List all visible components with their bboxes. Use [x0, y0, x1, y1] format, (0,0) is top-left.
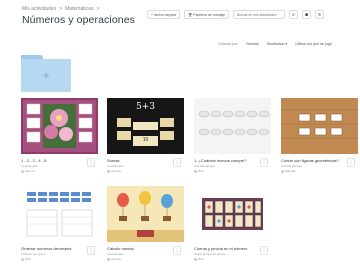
more-vertical-icon: ⋮	[88, 159, 94, 166]
card-author-name: Alumno	[25, 169, 36, 173]
search-icon: ⌕	[292, 11, 295, 18]
card-title: 1 - 2 - 3 - 4 - 5	[21, 158, 47, 163]
search-input[interactable]	[233, 10, 286, 19]
breadcrumb: Mis actividades > Matemáticas >	[22, 6, 135, 12]
card-title: Sumas	[107, 158, 120, 163]
breadcrumb-separator: >	[96, 6, 100, 12]
card-author-name: Mara09	[285, 169, 296, 173]
sort-by-name[interactable]: Nombre	[246, 42, 259, 46]
toolbar: + Nueva carpeta 🗑 Papelera de reciclaje …	[147, 10, 325, 19]
card-author: Alumno	[107, 257, 184, 261]
more-vertical-icon: ⋮	[174, 159, 180, 166]
card-thumbnail	[21, 186, 98, 242]
card-more-button[interactable]: ⋮	[260, 246, 268, 255]
card-author: Mara09	[281, 169, 358, 173]
avatar	[281, 169, 284, 173]
new-folder-button[interactable]: + Nueva carpeta	[147, 10, 181, 19]
activity-card[interactable]: 5+3 10 Sumas Cuestionario Alumno ⋮	[107, 98, 184, 173]
more-vertical-icon: ⋮	[261, 159, 267, 166]
more-vertical-icon: ⋮	[88, 247, 94, 254]
avatar	[194, 257, 197, 261]
card-more-button[interactable]: ⋮	[347, 158, 355, 167]
avatar	[107, 257, 110, 261]
card-title: Cuenta y pincha en el número	[194, 246, 248, 251]
card-more-button[interactable]: ⋮	[260, 158, 268, 167]
more-vertical-icon: ⋮	[348, 159, 354, 166]
breadcrumb-separator: >	[59, 6, 63, 12]
page-header: Mis actividades > Matemáticas > Números …	[22, 6, 135, 26]
activity-card[interactable]: 1 - 2 - 3 - 4 - 5 Cuestionario Alumno ⋮	[21, 98, 98, 173]
sort-bar: Ordenar por: Nombre Modificado ▾ Última …	[218, 42, 332, 46]
card-author-name: Rivu	[198, 169, 205, 173]
breadcrumb-link-matematicas[interactable]: Matemáticas	[65, 6, 93, 12]
card-thumbnail	[194, 186, 271, 242]
card-thumbnail: 5+3 10	[107, 98, 184, 154]
card-author: Alumno	[107, 169, 184, 173]
card-thumbnail	[194, 98, 271, 154]
card-thumbnail	[107, 186, 184, 242]
card-title: Ordenar números decimales	[21, 246, 72, 251]
page-title: Números y operaciones	[22, 14, 135, 26]
grid-icon: ■	[305, 11, 309, 18]
card-title: Cálculo mental	[107, 246, 134, 251]
chalkboard-expression: 5+3	[136, 102, 155, 112]
card-more-button[interactable]: ⋮	[87, 158, 95, 167]
card-author: Alumno	[21, 169, 98, 173]
trash-icon: 🗑	[188, 12, 193, 17]
card-thumbnail	[21, 98, 98, 154]
activity-card[interactable]: Cálculo mental Cuestionario Alumno ⋮	[107, 186, 184, 261]
card-more-button[interactable]: ⋮	[87, 246, 95, 255]
sort-by-last-used[interactable]: Última vez que se jugó	[295, 42, 331, 46]
card-author-name: Rivu	[198, 257, 205, 261]
avatar	[21, 257, 24, 261]
avatar	[107, 169, 110, 173]
avatar	[21, 169, 24, 173]
avatar	[194, 169, 197, 173]
card-author-name: Alumno	[111, 257, 122, 261]
card-author: Rivu	[194, 169, 271, 173]
chalkboard-answer: 10	[142, 137, 149, 143]
card-author: Rivu	[194, 257, 271, 261]
card-author-name: Rivu	[25, 257, 32, 261]
folder[interactable]: ✣	[21, 55, 71, 92]
card-author: Rivu	[21, 257, 98, 261]
more-vertical-icon: ⋮	[174, 247, 180, 254]
activity-card[interactable]: Contar con figuras geométricas? Une las …	[281, 98, 358, 173]
search-button[interactable]: ⌕	[289, 10, 299, 19]
breadcrumb-link-mis-actividades[interactable]: Mis actividades	[22, 6, 56, 12]
trash-button[interactable]: 🗑 Papelera de reciclaje	[184, 10, 230, 19]
sort-by-modified[interactable]: Modificado ▾	[267, 42, 287, 46]
folder-body: ✣	[21, 59, 71, 92]
more-vertical-icon: ⋮	[261, 247, 267, 254]
plus-icon: +	[151, 12, 153, 17]
activity-card[interactable]: Cuenta y pincha en el número Golpe al to…	[194, 186, 271, 261]
new-folder-label: Nueva carpeta	[153, 12, 177, 17]
card-thumbnail	[281, 98, 358, 154]
list-icon: ≡	[318, 11, 321, 18]
grid-view-button[interactable]: ■	[302, 10, 312, 19]
card-more-button[interactable]: ⋮	[173, 158, 181, 167]
card-title: 1, ¿Cuántos huevos compré?	[194, 158, 247, 163]
card-more-button[interactable]: ⋮	[173, 246, 181, 255]
activity-card[interactable]: Ordenar números decimales Ordenar por gr…	[21, 186, 98, 261]
card-title: Contar con figuras geométricas?	[281, 158, 339, 163]
sort-label: Ordenar por:	[218, 42, 239, 46]
activity-card[interactable]: 1, ¿Cuántos huevos compré? Une las parej…	[194, 98, 271, 173]
card-author-name: Alumno	[111, 169, 122, 173]
list-view-button[interactable]: ≡	[315, 10, 325, 19]
move-icon: ✣	[43, 72, 49, 80]
trash-label: Papelera de reciclaje	[193, 12, 226, 17]
